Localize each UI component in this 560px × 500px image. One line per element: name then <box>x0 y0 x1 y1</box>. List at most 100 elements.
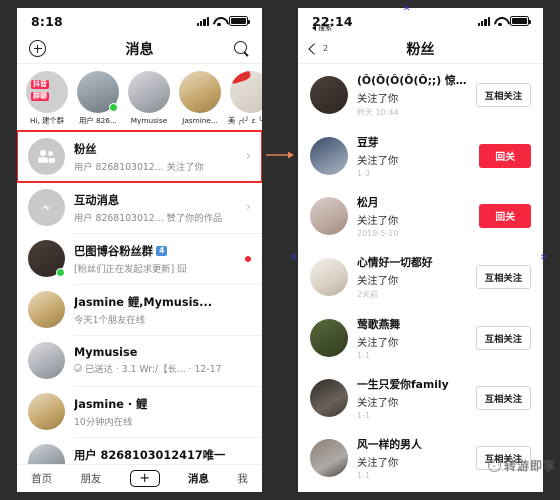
mutual-follow-button[interactable]: 互相关注 <box>475 446 531 470</box>
fan-date: 1-1 <box>357 351 371 360</box>
back-to-previous-app[interactable]: 搜索 <box>312 23 332 33</box>
right-status-bar: 22:14 搜索 <box>298 8 543 34</box>
avatar <box>179 71 221 113</box>
fan-row[interactable]: 心情好一切都好 关注了你 2天前 互相关注 <box>298 246 543 308</box>
tab-home[interactable]: 首页 <box>31 471 52 486</box>
plus-circle-icon[interactable] <box>29 40 46 57</box>
annotation-arrow <box>266 151 294 159</box>
avatar-photo <box>310 197 348 235</box>
avatar <box>310 137 348 175</box>
fan-action: 关注了你 <box>357 397 399 409</box>
bottom-tab-bar: 首页 朋友 + 消息 我 <box>17 464 262 492</box>
avatar-photo <box>310 137 348 175</box>
tab-messages[interactable]: 消息 <box>188 471 209 486</box>
avatar-photo <box>310 258 348 296</box>
avatar <box>230 71 262 113</box>
avatar-circle <box>28 393 65 430</box>
fan-action: 关注了你 <box>357 155 399 167</box>
avatar-photo <box>310 379 348 417</box>
left-phone-screen: 8:18 消息 抖音 群聊 Hi, 建个群 用户 826... Mymusise… <box>17 8 262 492</box>
fan-row[interactable]: 莺歌燕舞 关注了你 1-1 互相关注 <box>298 308 543 368</box>
message-title: 互动消息 <box>74 192 233 208</box>
message-title-text: Jasmine 鲤,Mymusis... <box>74 295 213 309</box>
mutual-follow-button[interactable]: 互相关注 <box>475 326 531 350</box>
fan-info: 一生只爱你family 关注了你 1-1 <box>357 376 467 420</box>
fan-row[interactable]: 一生只爱你family 关注了你 1-1 互相关注 <box>298 368 543 428</box>
douyin-tag-2: 群聊 <box>31 92 49 101</box>
avatar-circle <box>28 342 65 379</box>
avatar <box>28 342 65 379</box>
fan-row[interactable]: 豆芽 关注了你 1-3 回关 <box>298 126 543 186</box>
story-item-0[interactable]: 抖音 群聊 Hi, 建个群 <box>24 71 70 126</box>
left-nav-bar: 消息 <box>17 34 262 64</box>
tab-friends[interactable]: 朋友 <box>80 471 101 486</box>
avatar <box>310 258 348 296</box>
message-subtitle-text: 10分钟内在线 <box>74 416 133 428</box>
fan-info: 豆芽 关注了你 1-3 <box>357 134 470 178</box>
story-item-2[interactable]: Mymusise <box>126 71 172 126</box>
fan-name: 松月 <box>357 196 379 209</box>
avatar-photo <box>310 76 348 114</box>
story-label: Hi, 建个群 <box>29 116 65 125</box>
fan-action: 关注了你 <box>357 337 399 349</box>
fan-info: 莺歌燕舞 关注了你 1-1 <box>357 316 467 360</box>
fan-name: (Ô(Ô(Ô(Ô(Ô;;) 惊呆葱 <box>357 74 467 87</box>
mutual-follow-button[interactable]: 互相关注 <box>475 265 531 289</box>
message-row-mymusise[interactable]: Mymusise 已送达 · 3.1 Wr:/【长... · 12-17 <box>17 335 262 386</box>
search-icon[interactable] <box>234 40 250 57</box>
avatar <box>310 197 348 235</box>
follow-back-button[interactable]: 回关 <box>479 144 531 168</box>
avatar-photo <box>310 439 348 477</box>
fan-date: 1-3 <box>357 169 371 178</box>
avatar-photo <box>28 393 65 430</box>
status-time: 8:18 <box>31 13 63 29</box>
message-row-group[interactable]: 巴图博谷粉丝群 4 [粉丝们正在发起求更新] 囧 <box>17 233 262 284</box>
message-body: Jasmine 鲤,Mymusis... 今天1个朋友在线 <box>74 294 251 326</box>
avatar <box>310 76 348 114</box>
battery-icon <box>510 16 531 26</box>
mutual-follow-button[interactable]: 互相关注 <box>475 386 531 410</box>
story-item-1[interactable]: 用户 826... <box>75 71 121 126</box>
follow-back-button[interactable]: 回关 <box>479 204 531 228</box>
mutual-follow-button[interactable]: 互相关注 <box>475 83 531 107</box>
avatar <box>128 71 170 113</box>
avatar-circle <box>28 291 65 328</box>
story-avatar-wrap <box>230 71 262 113</box>
message-row-jasmine[interactable]: Jasmine · 鲤 10分钟内在线 <box>17 386 262 437</box>
message-row-fans[interactable]: 粉丝 用户 8268103012... 关注了你 › <box>17 130 262 183</box>
message-title-text: Jasmine · 鲤 <box>74 397 148 411</box>
message-row-jasmine-group[interactable]: Jasmine 鲤,Mymusis... 今天1个朋友在线 <box>17 284 262 335</box>
story-item-4[interactable]: 美 ╭(╯ ε ╰)╮... <box>228 71 262 126</box>
message-title: Mymusise <box>74 346 251 359</box>
fan-row[interactable]: 风一样的男人 关注了你 1-1 互相关注 <box>298 428 543 488</box>
wifi-icon <box>494 16 506 26</box>
message-title-text: 互动消息 <box>74 193 120 207</box>
message-subtitle: 用户 8268103012... 赞了你的作品 <box>74 210 233 224</box>
fan-row[interactable]: 反派角色 关注了你 互相关注 <box>298 488 543 492</box>
back-button[interactable]: 2 <box>308 42 328 55</box>
avatar <box>28 393 65 430</box>
interaction-icon <box>28 189 65 226</box>
status-left: 8:18 <box>31 14 109 29</box>
fan-action: 关注了你 <box>357 93 399 105</box>
message-subtitle-text: 今天1个朋友在线 <box>74 314 145 326</box>
fan-row[interactable]: (Ô(Ô(Ô(Ô(Ô;;) 惊呆葱 关注了你 昨天 10:44 互相关注 <box>298 64 543 126</box>
story-item-3[interactable]: Jasmine... <box>177 71 223 126</box>
fan-name: 心情好一切都好 <box>357 256 433 269</box>
cellular-signal-icon <box>196 16 209 26</box>
story-label: 美 ╭(╯ ε ╰)╮... <box>228 116 262 125</box>
fan-action: 关注了你 <box>357 215 399 227</box>
fan-name: 一生只爱你family <box>357 378 449 391</box>
message-row-interaction[interactable]: 互动消息 用户 8268103012... 赞了你的作品 › <box>17 182 262 233</box>
message-subtitle-text: 已送达 · 3.1 Wr:/【长... · 12-17 <box>85 364 222 375</box>
avatar-photo <box>28 342 65 379</box>
fan-row[interactable]: 松月 关注了你 2019-5-10 回关 <box>298 186 543 246</box>
message-title: 巴图博谷粉丝群 4 <box>74 243 236 259</box>
interaction-icon-circle <box>28 189 65 226</box>
tab-me[interactable]: 我 <box>237 471 248 486</box>
message-body: 巴图博谷粉丝群 4 [粉丝们正在发起求更新] 囧 <box>74 243 236 275</box>
message-subtitle: [粉丝们正在发起求更新] 囧 <box>74 261 236 275</box>
story-row: 抖音 群聊 Hi, 建个群 用户 826... Mymusise Jasmine… <box>17 64 262 131</box>
message-title: 粉丝 <box>74 141 233 157</box>
create-post-button[interactable]: + <box>129 470 160 487</box>
